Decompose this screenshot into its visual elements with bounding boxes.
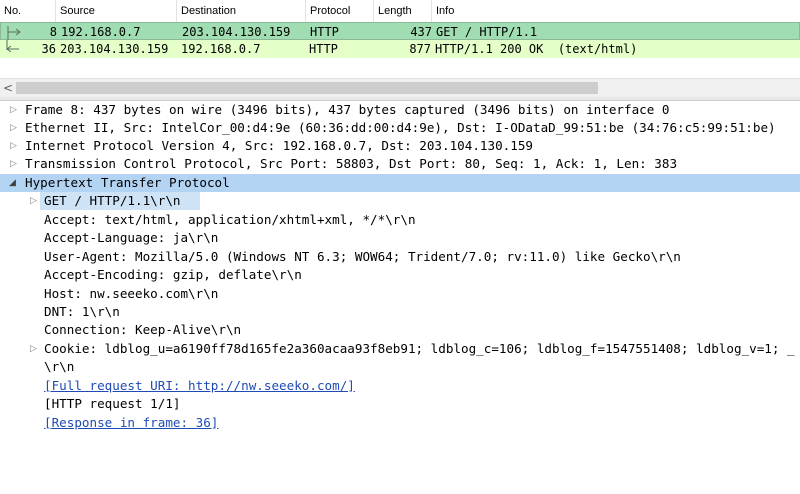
packet-source: 192.168.0.7 (61, 25, 141, 39)
tree-item-http[interactable]: ◢ Hypertext Transfer Protocol (0, 174, 800, 192)
packet-protocol: HTTP (310, 25, 339, 39)
tree-item-full-uri[interactable]: [Full request URI: http://nw.seeeko.com/… (0, 377, 800, 395)
tree-item-accept-language[interactable]: Accept-Language: ja\r\n (0, 229, 800, 247)
expand-triangle-icon[interactable]: ▷ (10, 137, 20, 155)
tree-item-label: [HTTP request 1/1] (44, 396, 181, 411)
tree-item-tcp[interactable]: ▷ Transmission Control Protocol, Src Por… (0, 155, 800, 173)
col-header-length[interactable]: Length (374, 0, 432, 22)
col-header-no[interactable]: No. (0, 0, 56, 22)
packet-no: 36 (41, 42, 56, 56)
expand-triangle-icon[interactable]: ▷ (30, 340, 40, 358)
tree-item-dnt[interactable]: DNT: 1\r\n (0, 303, 800, 321)
col-header-protocol[interactable]: Protocol (306, 0, 374, 22)
tree-item-label: Accept: text/html, application/xhtml+xml… (44, 212, 416, 227)
scroll-left-arrow-icon[interactable]: < (3, 79, 13, 97)
tree-item-label: Accept-Language: ja\r\n (44, 230, 219, 245)
tree-item-label: \r\n (44, 359, 75, 374)
tree-item-frame[interactable]: ▷ Frame 8: 437 bytes on wire (3496 bits)… (0, 101, 800, 119)
tree-item-user-agent[interactable]: User-Agent: Mozilla/5.0 (Windows NT 6.3;… (0, 248, 800, 266)
tree-item-response-in[interactable]: [Response in frame: 36] (0, 414, 800, 432)
expand-triangle-icon[interactable]: ▷ (30, 192, 40, 210)
packet-source: 203.104.130.159 (60, 42, 169, 56)
expand-triangle-icon[interactable]: ▷ (10, 155, 20, 173)
packet-list-header: No. Source Destination Protocol Length I… (0, 0, 800, 23)
packet-list-pane[interactable]: No. Source Destination Protocol Length I… (0, 0, 800, 98)
packet-row[interactable]: 36 203.104.130.159 192.168.0.7 HTTP 877 … (0, 40, 800, 58)
packet-info: HTTP/1.1 200 OK (text/html) (435, 42, 638, 56)
tree-item-label: Ethernet II, Src: IntelCor_00:d4:9e (60:… (25, 120, 776, 135)
tree-item-http-get[interactable]: ▷ GET / HTTP/1.1\r\n (0, 192, 800, 210)
tree-item-label: Frame 8: 437 bytes on wire (3496 bits), … (25, 102, 670, 117)
packet-info: GET / HTTP/1.1 (436, 25, 538, 39)
tree-item-label: DNT: 1\r\n (44, 304, 120, 319)
tree-item-label: Accept-Encoding: gzip, deflate\r\n (44, 267, 302, 282)
tree-item-label: Internet Protocol Version 4, Src: 192.16… (25, 138, 533, 153)
tree-item-label: GET / HTTP/1.1\r\n (44, 193, 181, 208)
expand-triangle-icon[interactable]: ▷ (10, 101, 20, 119)
tree-item-label: User-Agent: Mozilla/5.0 (Windows NT 6.3;… (44, 249, 681, 264)
tree-item-label: Transmission Control Protocol, Src Port:… (25, 156, 678, 171)
full-request-uri-link[interactable]: [Full request URI: http://nw.seeeko.com/… (44, 377, 355, 395)
col-header-info[interactable]: Info (432, 0, 800, 22)
tree-item-connection[interactable]: Connection: Keep-Alive\r\n (0, 321, 800, 339)
col-header-source[interactable]: Source (56, 0, 177, 22)
tree-item-accept[interactable]: Accept: text/html, application/xhtml+xml… (0, 211, 800, 229)
tree-item-ip[interactable]: ▷ Internet Protocol Version 4, Src: 192.… (0, 137, 800, 155)
tree-item-host[interactable]: Host: nw.seeeko.com\r\n (0, 285, 800, 303)
tree-item-accept-encoding[interactable]: Accept-Encoding: gzip, deflate\r\n (0, 266, 800, 284)
packet-no: 8 (49, 25, 57, 39)
scrollbar-thumb[interactable] (16, 82, 598, 94)
packet-list-hscrollbar[interactable]: < (0, 78, 800, 98)
packet-length: 437 (410, 25, 432, 39)
packet-protocol: HTTP (309, 42, 338, 56)
tree-item-label: Connection: Keep-Alive\r\n (44, 322, 242, 337)
packet-row[interactable]: 8 192.168.0.7 203.104.130.159 HTTP 437 G… (0, 22, 800, 41)
collapse-triangle-icon[interactable]: ◢ (9, 174, 19, 192)
packet-destination: 192.168.0.7 (181, 42, 261, 56)
tree-item-cookie[interactable]: ▷ Cookie: ldblog_u=a6190ff78d165fe2a360a… (0, 340, 800, 358)
packet-length: 877 (409, 42, 431, 56)
tree-item-label: Cookie: ldblog_u=a6190ff78d165fe2a360aca… (44, 341, 795, 356)
packet-destination: 203.104.130.159 (182, 25, 291, 39)
tree-item-crlf[interactable]: \r\n (0, 358, 800, 376)
tree-item-label: Hypertext Transfer Protocol (25, 175, 230, 190)
tree-item-ethernet[interactable]: ▷ Ethernet II, Src: IntelCor_00:d4:9e (6… (0, 119, 800, 137)
tree-item-request-num[interactable]: [HTTP request 1/1] (0, 395, 800, 413)
tree-item-label: Host: nw.seeeko.com\r\n (44, 286, 219, 301)
col-header-destination[interactable]: Destination (177, 0, 306, 22)
expand-triangle-icon[interactable]: ▷ (10, 119, 20, 137)
response-in-frame-link[interactable]: [Response in frame: 36] (44, 414, 218, 432)
packet-details-pane[interactable]: ▷ Frame 8: 437 bytes on wire (3496 bits)… (0, 101, 800, 494)
